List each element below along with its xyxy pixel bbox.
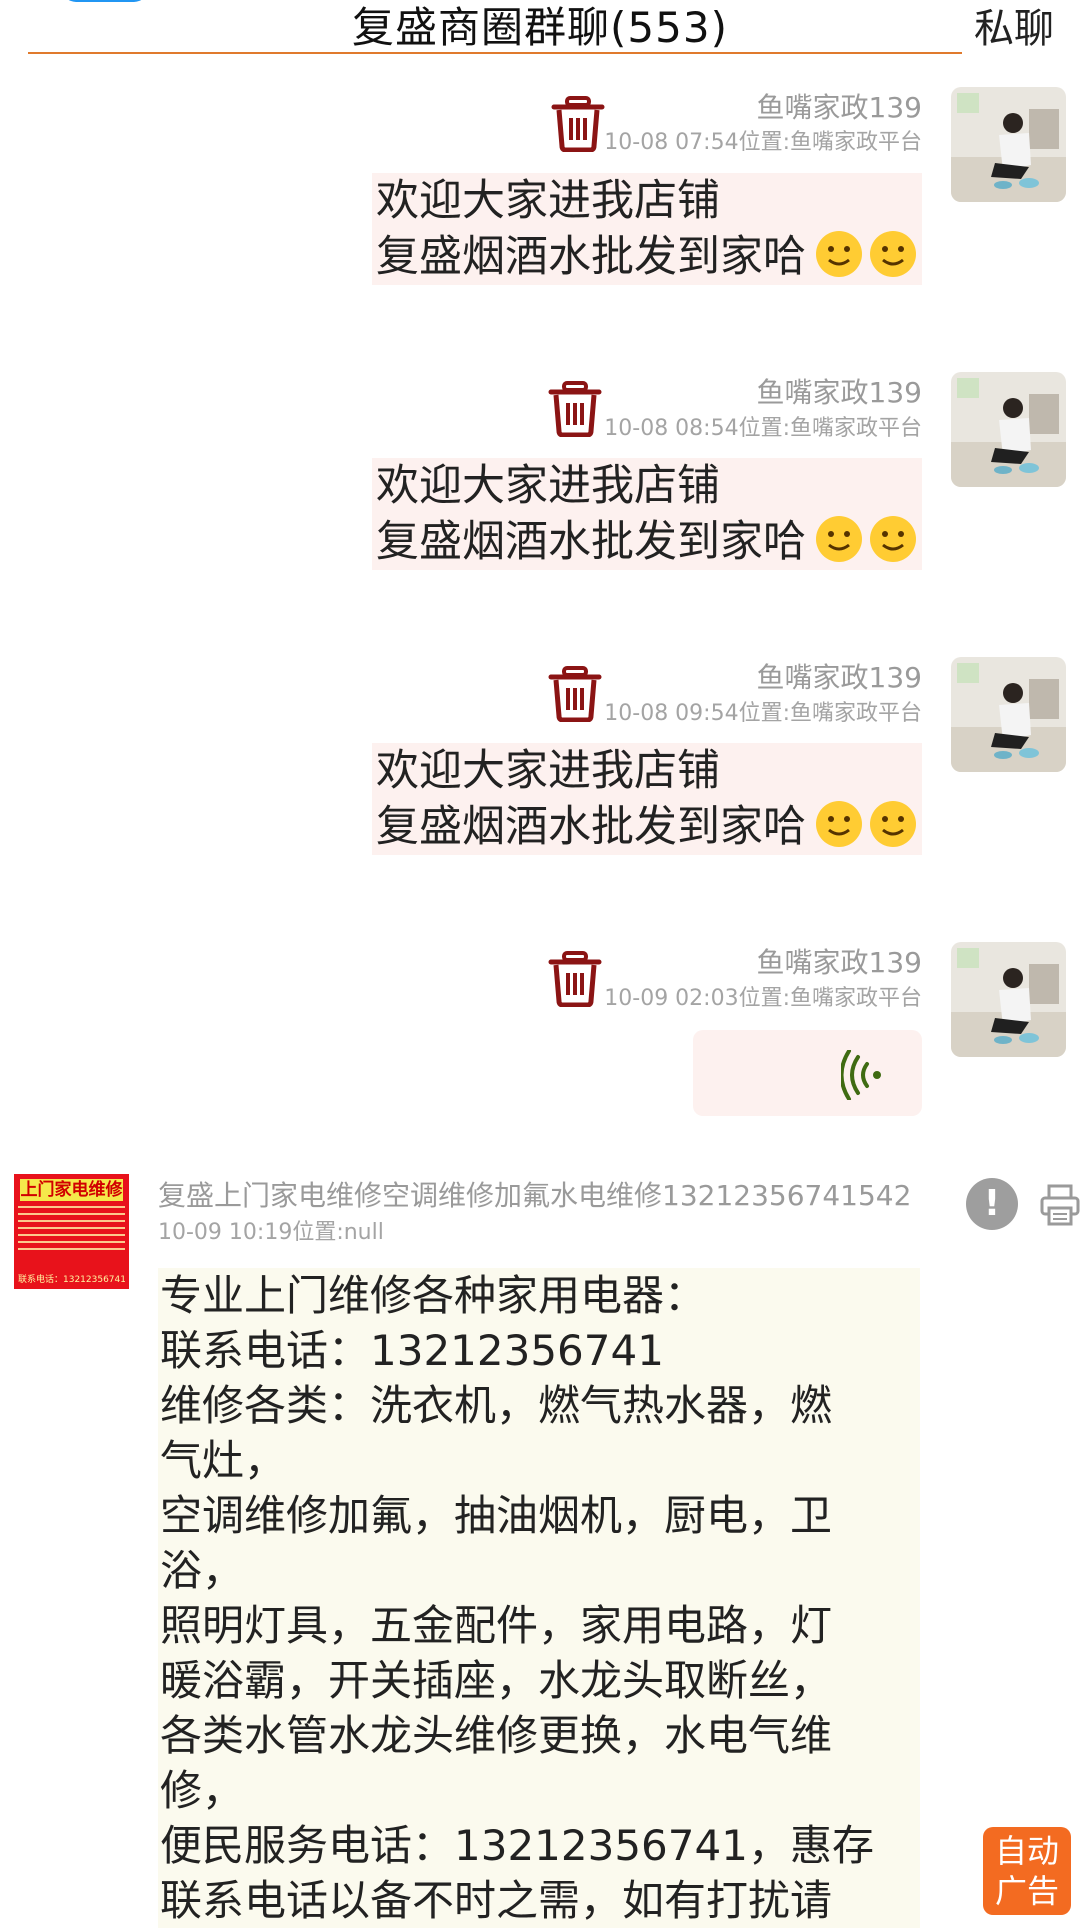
- message-text-line: 暖浴霸，开关插座，水龙头取断丝，: [160, 1656, 833, 1705]
- message-bubble[interactable]: 欢迎大家进我店铺 复盛烟酒水批发到家哈: [372, 743, 922, 855]
- smiley-emoji-icon: [816, 801, 862, 847]
- smiley-emoji-icon: [816, 516, 862, 562]
- avatar-title: 上门家电维修: [20, 1179, 123, 1201]
- chat-title: 复盛商圈群聊(553): [352, 3, 728, 52]
- message-text-line: 照明灯具，五金配件，家用电路，灯: [160, 1601, 833, 1650]
- message-text-line: 维修各类：洗衣机，燃气热水器，燃: [160, 1381, 833, 1430]
- private-chat-button[interactable]: 私聊: [974, 0, 1054, 54]
- message-text-line: 空调维修加氟，抽油烟机，厨电，卫: [160, 1491, 833, 1540]
- message-bubble[interactable]: 欢迎大家进我店铺 复盛烟酒水批发到家哈: [372, 173, 922, 285]
- sender-name: 鱼嘴家政139: [756, 376, 922, 409]
- message-meta: 10-08 07:54位置:鱼嘴家政平台: [604, 130, 922, 155]
- auto-ad-label: 广告: [994, 1872, 1059, 1910]
- sender-name: 鱼嘴家政139: [756, 91, 922, 124]
- message-text-line: 欢迎大家进我店铺: [376, 746, 720, 796]
- voice-wave-icon: [841, 1050, 881, 1100]
- avatar[interactable]: [951, 942, 1066, 1057]
- message-text-line: 修，: [160, 1766, 245, 1815]
- message-meta: 10-09 10:19位置:null: [158, 1220, 384, 1245]
- auto-ad-button[interactable]: 自动 广告: [983, 1827, 1071, 1915]
- message-text-line: 便民服务电话：13212356741，惠存: [160, 1821, 874, 1870]
- smiley-emoji-icon: [870, 231, 916, 277]
- message-text-line: 复盛烟酒水批发到家哈: [376, 802, 806, 852]
- avatar[interactable]: 上门家电维修 联系电话：13212356741: [14, 1174, 129, 1289]
- message-text-line: 浴，: [160, 1546, 245, 1595]
- message-bubble[interactable]: 欢迎大家进我店铺 复盛烟酒水批发到家哈: [372, 458, 922, 570]
- message-text-line: 联系电话：13212356741: [160, 1326, 664, 1375]
- message-text-line: 欢迎大家进我店铺: [376, 461, 720, 511]
- sender-name: 复盛上门家电维修空调维修加氟水电维修13212356741542: [158, 1179, 912, 1212]
- trash-icon[interactable]: [548, 381, 602, 437]
- auto-ad-label: 自动: [994, 1832, 1059, 1870]
- smiley-emoji-icon: [870, 516, 916, 562]
- message-meta: 10-09 02:03位置:鱼嘴家政平台: [604, 986, 922, 1011]
- avatar[interactable]: [951, 657, 1066, 772]
- message-text-line: 各类水管水龙头维修更换，水电气维: [160, 1711, 833, 1760]
- chat-header: 复盛商圈群聊(553) 私聊: [0, 0, 1080, 56]
- message-meta: 10-08 09:54位置:鱼嘴家政平台: [604, 701, 922, 726]
- message-text-line: 复盛烟酒水批发到家哈: [376, 517, 806, 567]
- trash-icon[interactable]: [548, 951, 602, 1007]
- smiley-emoji-icon: [870, 801, 916, 847]
- message-text-line: 气灶，: [160, 1436, 287, 1485]
- avatar-footer: 联系电话：13212356741: [18, 1275, 125, 1285]
- avatar[interactable]: [951, 87, 1066, 202]
- print-icon[interactable]: [1040, 1184, 1080, 1226]
- voice-message-bubble[interactable]: [693, 1030, 922, 1116]
- message-text-line: 复盛烟酒水批发到家哈: [376, 232, 806, 282]
- avatar[interactable]: [951, 372, 1066, 487]
- report-alert-icon[interactable]: !: [966, 1178, 1018, 1230]
- message-bubble[interactable]: 专业上门维修各种家用电器： 联系电话：13212356741 维修各类：洗衣机，…: [158, 1268, 920, 1928]
- message-meta: 10-08 08:54位置:鱼嘴家政平台: [604, 416, 922, 441]
- smiley-emoji-icon: [816, 231, 862, 277]
- sender-name: 鱼嘴家政139: [756, 661, 922, 694]
- trash-icon[interactable]: [548, 666, 602, 722]
- sender-name: 鱼嘴家政139: [756, 946, 922, 979]
- trash-icon[interactable]: [551, 96, 605, 152]
- header-divider: [28, 52, 962, 54]
- message-text-line: 欢迎大家进我店铺: [376, 176, 720, 226]
- message-text-line: 专业上门维修各种家用电器：: [160, 1271, 707, 1320]
